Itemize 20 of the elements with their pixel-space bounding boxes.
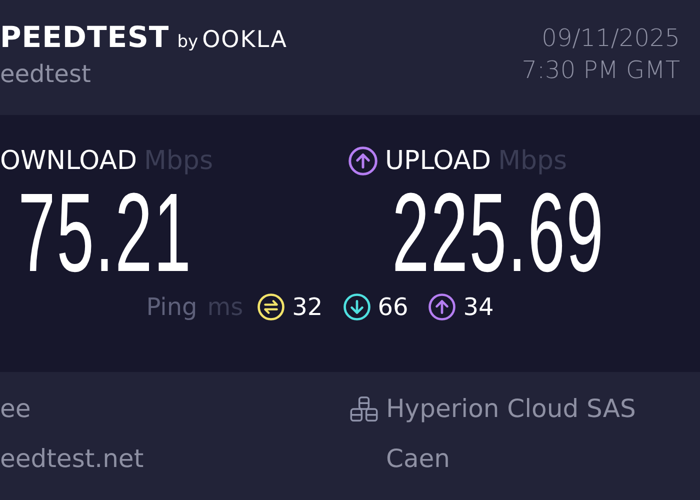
host-location: Caen (385, 443, 452, 475)
result-label: UPLOAD (385, 146, 492, 176)
upload-icon (348, 146, 378, 176)
test-date: 09/11/2025 (542, 24, 680, 52)
logo-brand-text: OOKLA (202, 27, 288, 53)
speed-value: 225.69 (392, 183, 605, 283)
logo-wordmark: PEEDTEST (0, 20, 170, 54)
detail-text: ee (0, 393, 32, 425)
detail-text: eedtest.net (0, 443, 145, 475)
host-name: Hyperion Cloud SAS (386, 393, 636, 425)
server-stack-icon (350, 396, 378, 422)
result-label: OWNLOAD (0, 146, 137, 176)
ping-value: 34 (463, 293, 494, 321)
logo-by-text: by (177, 32, 198, 52)
ping-value: 66 (378, 293, 408, 321)
subtitle: eedtest (0, 60, 92, 88)
ping-label: Ping (146, 293, 198, 321)
speed-value: 75.21 (18, 183, 192, 283)
test-time: 7:30 PM GMT (522, 56, 680, 84)
ping-value: 32 (292, 293, 323, 321)
